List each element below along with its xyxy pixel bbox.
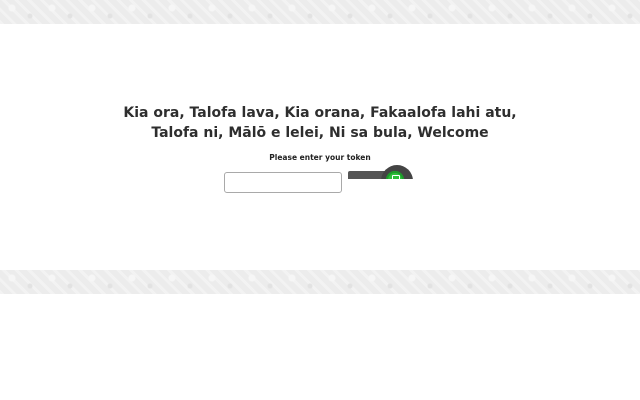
token-label: Please enter your token (269, 153, 371, 162)
greeting-line-2: Talofa ni, Mālō e lelei, Ni sa bula, Wel… (151, 125, 489, 141)
go-arrow-icon (392, 175, 400, 179)
submit-token-button[interactable] (348, 163, 414, 179)
token-input[interactable] (224, 172, 342, 193)
decorative-footer-band (0, 270, 640, 294)
greeting-line-1: Kia ora, Talofa lava, Kia orana, Fakaalo… (123, 105, 517, 121)
decorative-header-band (0, 0, 640, 24)
welcome-greeting: Kia ora, Talofa lava, Kia orana, Fakaalo… (0, 103, 640, 143)
